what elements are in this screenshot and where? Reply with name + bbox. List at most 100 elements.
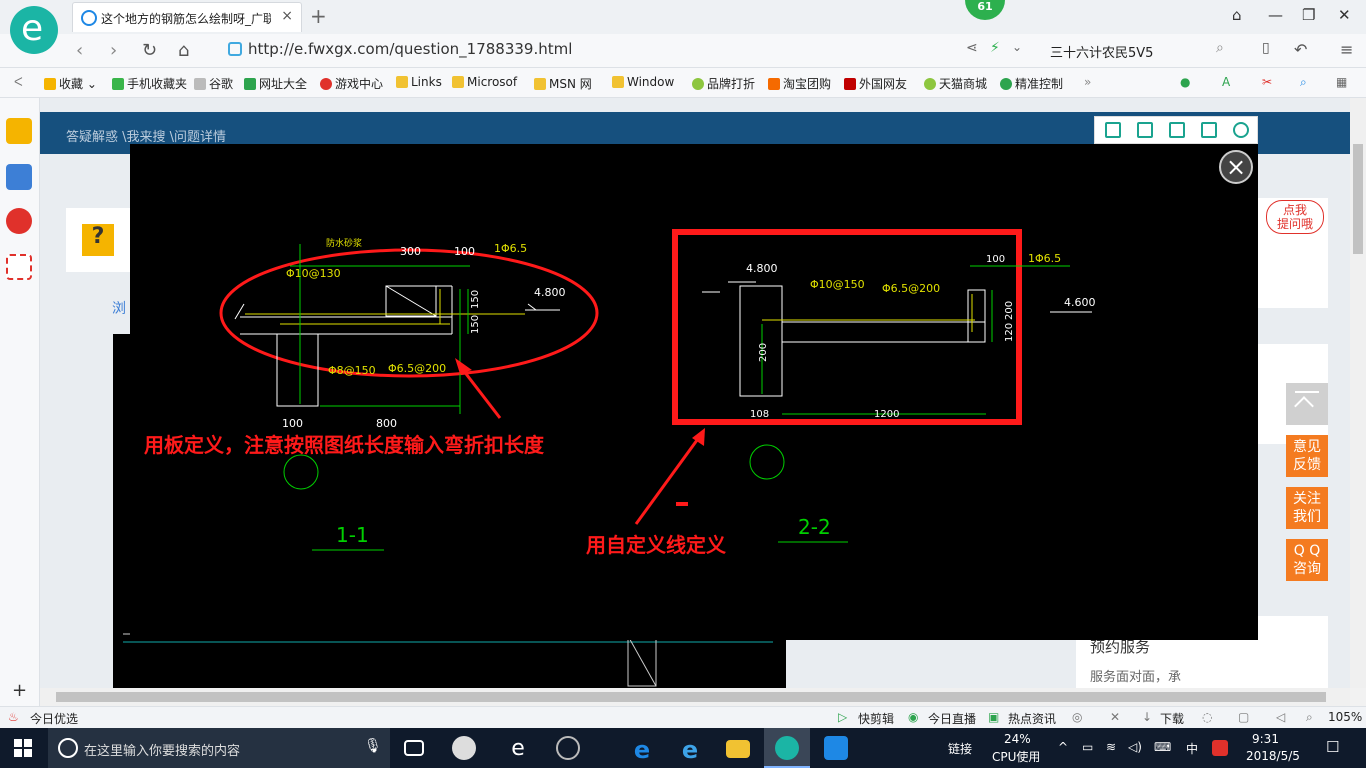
grid-icon[interactable]: ▦ — [1336, 75, 1347, 89]
new-tab-button[interactable]: + — [310, 4, 327, 28]
tray-up-icon[interactable]: ^ — [1058, 740, 1068, 754]
viewer-settings-icon[interactable] — [1233, 122, 1249, 138]
bookmark-item[interactable]: 淘宝团购 — [768, 75, 831, 92]
status-item[interactable]: 下载 — [1160, 710, 1184, 727]
search-field[interactable]: 三十六计农民5V5 — [1040, 40, 1240, 62]
undo-icon[interactable]: ↶ — [1294, 40, 1307, 59]
vertical-scrollbar[interactable] — [1350, 98, 1366, 688]
shield-status-icon[interactable]: ◎ — [1072, 710, 1082, 724]
volume-icon[interactable]: ◁) — [1128, 740, 1142, 754]
window-close-icon[interactable]: ✕ — [1338, 6, 1351, 24]
microphone-icon[interactable]: 🎙 — [364, 738, 382, 754]
lightning-icon[interactable]: ⚡ — [990, 40, 1000, 56]
status-left-link[interactable]: 今日优选 — [30, 710, 78, 727]
shirt-icon[interactable]: ⌂ — [1232, 6, 1242, 24]
network-icon[interactable]: ▭ — [1082, 740, 1093, 754]
bookmark-item[interactable]: MSN 网 — [534, 75, 592, 92]
back-to-top-button[interactable] — [1286, 383, 1328, 425]
browser-logo-icon[interactable]: e — [10, 6, 58, 54]
viewer-close-button[interactable]: × — [1219, 150, 1253, 184]
viewer-fullscreen-icon[interactable] — [1137, 122, 1153, 138]
notification-icon[interactable]: ☐ — [1326, 738, 1339, 756]
zoom-level[interactable]: 105% — [1328, 710, 1362, 724]
edge-icon[interactable]: e — [630, 736, 654, 764]
file-explorer-icon[interactable] — [726, 740, 750, 758]
favorites-icon[interactable] — [6, 118, 32, 144]
url-field[interactable]: http://e.fwxgx.com/question_1788339.html — [228, 40, 948, 62]
app-fan-icon[interactable] — [452, 736, 476, 760]
phone-icon[interactable]: ▯ — [1262, 40, 1270, 56]
more-bookmarks-icon[interactable]: » — [1084, 75, 1091, 89]
ime-indicator[interactable]: 中 — [1186, 740, 1198, 757]
home-icon[interactable]: ⌂ — [178, 40, 189, 61]
wifi-icon[interactable]: ≋ — [1106, 740, 1116, 754]
bookmark-item[interactable]: Links — [396, 75, 442, 89]
bookmark-item[interactable]: Microsof — [452, 75, 517, 89]
translate-icon[interactable]: A — [1222, 75, 1230, 89]
bookmark-item[interactable]: 外国网友 — [844, 75, 907, 92]
bookmark-item[interactable]: 网址大全 — [244, 75, 307, 92]
search-icon[interactable]: ⌕ — [1216, 40, 1224, 56]
bookmark-item[interactable]: 精准控制 — [1000, 75, 1063, 92]
active-browser-task[interactable] — [764, 728, 810, 768]
clock-date[interactable]: 2018/5/5 — [1246, 749, 1300, 763]
search-tool-icon[interactable]: ⌕ — [1300, 75, 1307, 90]
bookmark-item[interactable]: 手机收藏夹 — [112, 75, 187, 92]
keyboard-icon[interactable]: ⌨ — [1154, 740, 1171, 754]
app-plus-icon[interactable] — [824, 736, 848, 760]
follow-button[interactable]: 关注 我们 — [1286, 487, 1328, 529]
reader-icon[interactable] — [6, 164, 32, 190]
clock-time[interactable]: 9:31 — [1252, 732, 1279, 746]
menu-icon[interactable]: ≡ — [1340, 40, 1353, 59]
ie-icon[interactable]: e — [678, 736, 702, 764]
task-view-icon[interactable] — [404, 740, 424, 756]
status-item[interactable]: 热点资讯 — [1008, 710, 1056, 727]
bookmark-item[interactable]: 收藏 ⌄ — [44, 75, 97, 92]
question-icon: ? — [82, 224, 114, 256]
chevron-down-icon[interactable]: ⌄ — [1012, 40, 1022, 54]
sogou-icon[interactable] — [1212, 740, 1228, 756]
back-icon[interactable]: ‹ — [76, 40, 83, 61]
app-e-icon[interactable]: e — [506, 736, 530, 761]
window-status-icon[interactable]: ▢ — [1238, 710, 1249, 724]
qq-button[interactable]: Q Q 咨询 — [1286, 539, 1328, 581]
tab-close-icon[interactable]: × — [281, 8, 293, 24]
sidebar-toggle-icon[interactable]: ᐸ — [14, 75, 23, 89]
weibo-icon[interactable] — [6, 208, 32, 234]
ask-panel[interactable]: 点我 提问哦 — [1258, 198, 1328, 308]
viewer-save-icon[interactable] — [1169, 122, 1185, 138]
bookmark-item[interactable]: 品牌打折 — [692, 75, 755, 92]
notification-badge[interactable]: 61 — [965, 0, 1005, 20]
tray-link[interactable]: 链接 — [948, 740, 972, 757]
mail-icon[interactable] — [6, 254, 32, 280]
forward-icon[interactable]: › — [110, 40, 117, 61]
tools-icon[interactable]: ✕ — [1110, 710, 1120, 724]
bookmark-item[interactable]: 谷歌 — [194, 75, 233, 92]
taskbar-search[interactable]: 在这里输入你要搜索的内容 🎙 — [48, 728, 390, 768]
refresh-status-icon[interactable]: ◌ — [1202, 710, 1212, 724]
status-item[interactable]: 快剪辑 — [858, 710, 894, 727]
scissors-icon[interactable]: ✂ — [1262, 75, 1272, 89]
viewer-mobile-icon[interactable] — [1105, 122, 1121, 138]
feedback-button[interactable]: 意见 反馈 — [1286, 435, 1328, 477]
start-windows-icon[interactable] — [14, 739, 32, 757]
viewer-share-icon[interactable] — [1201, 122, 1217, 138]
horizontal-scroll-thumb[interactable] — [56, 692, 1326, 702]
minimize-icon[interactable]: — — [1268, 6, 1283, 24]
bookmark-item[interactable]: 天猫商城 — [924, 75, 987, 92]
sound-status-icon[interactable]: ◁ — [1276, 710, 1285, 724]
browser-tab[interactable]: 这个地方的钢筋怎么绘制呀_广联 × — [72, 2, 302, 32]
vertical-scroll-thumb[interactable] — [1353, 144, 1363, 254]
ask-bubble[interactable]: 点我 提问哦 — [1266, 200, 1324, 234]
app-swirl-icon[interactable] — [556, 736, 580, 760]
status-item[interactable]: 今日直播 — [928, 710, 976, 727]
bookmark-item[interactable]: Window — [612, 75, 674, 89]
add-icon[interactable]: + — [12, 680, 27, 701]
yen-icon[interactable]: ● — [1180, 75, 1190, 89]
bookmark-item[interactable]: 游戏中心 — [320, 75, 383, 92]
breadcrumb[interactable]: 答疑解惑 \我来搜 \问题详情 — [66, 126, 226, 145]
horizontal-scrollbar[interactable] — [40, 688, 1350, 706]
reload-icon[interactable]: ↻ — [142, 40, 157, 61]
maximize-icon[interactable]: ❐ — [1302, 6, 1315, 24]
share-icon[interactable]: ⋖ — [966, 40, 978, 56]
